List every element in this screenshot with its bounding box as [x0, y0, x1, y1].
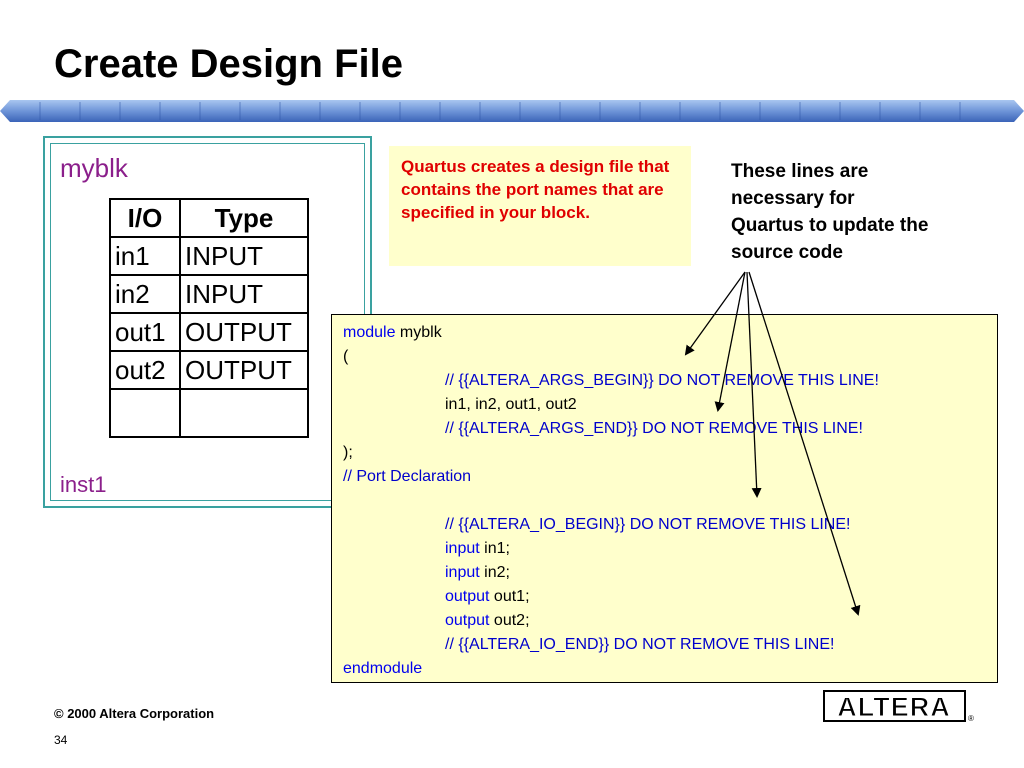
code-text: out2; — [489, 612, 530, 629]
code-keyword: input — [445, 564, 480, 581]
code-keyword: output — [445, 612, 490, 629]
code-comment: // Port Declaration — [343, 468, 472, 485]
code-line: in1, in2, out1, out2 — [445, 396, 577, 413]
code-keyword: output — [445, 588, 490, 605]
code-text: in1; — [479, 540, 510, 557]
code-keyword-line: endmodule — [343, 660, 423, 677]
port-type: OUTPUT — [179, 350, 309, 390]
code-comment: // {{ALTERA_IO_END}} DO NOT REMOVE THIS … — [445, 636, 835, 653]
slide-title: Create Design File — [54, 42, 404, 86]
code-line: ); — [343, 444, 353, 461]
block-name: myblk — [60, 153, 128, 183]
code-keyword: module — [343, 324, 396, 341]
page-number: 34 — [54, 733, 68, 747]
table-row[interactable]: in1 INPUT — [109, 236, 309, 276]
code-keyword: input — [445, 540, 480, 557]
port-table: I/O Type in1 INPUT in2 INPUT out1 OUTPUT… — [109, 198, 309, 438]
instance-name: inst1 — [60, 472, 107, 497]
code-text: out1; — [489, 588, 530, 605]
table-row[interactable]: out1 OUTPUT — [109, 312, 309, 352]
port-name: in1 — [109, 236, 181, 276]
code-line: output out1; — [343, 585, 997, 609]
altera-logo: ALTERA ® — [823, 690, 974, 723]
code-comment: // {{ALTERA_ARGS_END}} DO NOT REMOVE THI… — [445, 420, 863, 437]
block-symbol[interactable]: myblk I/O Type in1 INPUT in2 INPUT out1 … — [43, 136, 372, 508]
port-name: in2 — [109, 274, 181, 314]
verilog-code-box: module myblk ( // {{ALTERA_ARGS_BEGIN}} … — [331, 314, 998, 683]
svg-text:ALTERA: ALTERA — [837, 692, 951, 722]
table-row[interactable]: out2 OUTPUT — [109, 350, 309, 390]
explanation-note: Quartus creates a design file that conta… — [389, 146, 691, 266]
code-text: in2; — [479, 564, 510, 581]
port-type — [179, 388, 309, 438]
port-name — [109, 388, 181, 438]
code-line: input in2; — [343, 561, 997, 585]
header-io: I/O — [109, 198, 181, 238]
footer-copyright: © 2000 Altera Corporation — [54, 706, 215, 721]
code-line: output out2; — [343, 609, 997, 633]
title-banner — [0, 100, 1024, 122]
port-type: INPUT — [179, 236, 309, 276]
code-line: module myblk — [343, 321, 997, 345]
svg-text:®: ® — [968, 714, 974, 723]
code-comment: // {{ALTERA_IO_BEGIN}} DO NOT REMOVE THI… — [445, 516, 851, 533]
callout-text: These lines are necessary for Quartus to… — [731, 161, 929, 263]
code-comment: // {{ALTERA_ARGS_BEGIN}} DO NOT REMOVE T… — [445, 372, 879, 389]
table-row-empty[interactable] — [109, 388, 309, 438]
port-type: OUTPUT — [179, 312, 309, 352]
port-name: out1 — [109, 312, 181, 352]
port-type: INPUT — [179, 274, 309, 314]
code-text: myblk — [395, 324, 442, 341]
code-line: input in1; — [343, 537, 997, 561]
code-line: ( — [343, 348, 349, 365]
table-row[interactable]: in2 INPUT — [109, 274, 309, 314]
port-name: out2 — [109, 350, 181, 390]
header-type: Type — [179, 198, 309, 238]
port-table-header: I/O Type — [109, 198, 309, 238]
